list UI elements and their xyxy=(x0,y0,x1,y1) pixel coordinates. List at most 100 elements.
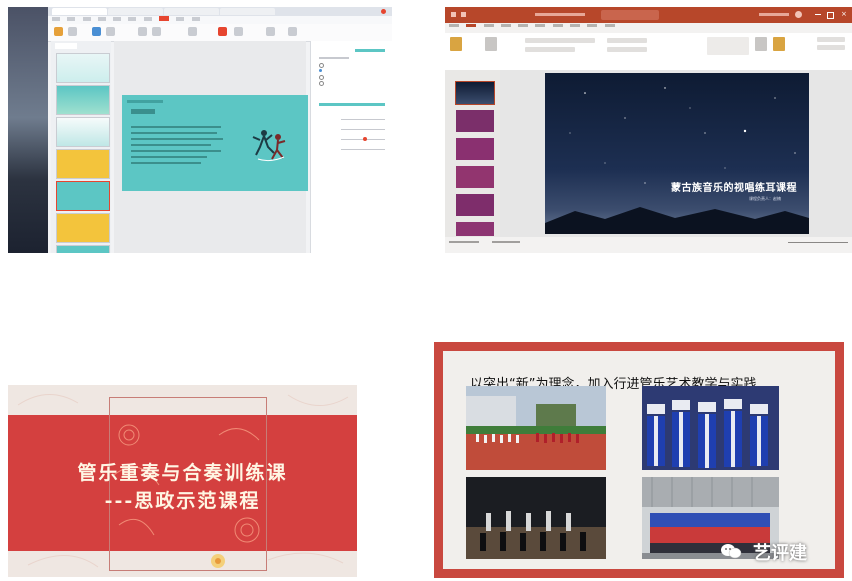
menu-item[interactable] xyxy=(97,17,106,21)
text-line xyxy=(131,144,211,146)
undo-icon[interactable] xyxy=(461,12,466,17)
menu-item[interactable] xyxy=(191,17,200,21)
new-slide-icon[interactable] xyxy=(485,37,497,51)
radio-button[interactable] xyxy=(319,63,324,68)
find-icon[interactable] xyxy=(266,27,275,36)
find-button[interactable] xyxy=(817,37,845,42)
current-slide[interactable]: 蒙古族音乐的视唱练耳课程 课程负责人：赵楠 xyxy=(545,73,809,234)
blur-slider[interactable] xyxy=(341,149,385,150)
tab-insert[interactable] xyxy=(483,24,494,27)
slide-title xyxy=(127,100,163,103)
search-box[interactable] xyxy=(601,10,659,20)
document-tab[interactable] xyxy=(52,8,107,15)
menu-item-active[interactable] xyxy=(158,16,169,21)
radio-button[interactable] xyxy=(319,69,322,72)
slide-thumbnail[interactable] xyxy=(456,166,494,188)
marching-field-photo xyxy=(466,386,606,470)
radio-button[interactable] xyxy=(319,75,324,80)
quick-styles-icon[interactable] xyxy=(773,37,785,51)
tab-design[interactable] xyxy=(500,24,511,27)
blue-uniform-band-photo xyxy=(642,386,779,470)
slide-thumbnail-selected[interactable] xyxy=(56,181,110,211)
maximize-icon[interactable] xyxy=(827,12,834,19)
ribbon-toolbar xyxy=(445,33,852,71)
tab-view[interactable] xyxy=(587,24,598,27)
tab-animations[interactable] xyxy=(535,24,546,27)
tab-file[interactable] xyxy=(449,24,459,27)
brightness-slider[interactable] xyxy=(341,129,385,130)
dancers-illustration xyxy=(252,130,286,162)
arrange-icon[interactable] xyxy=(755,37,767,51)
replace-button[interactable] xyxy=(817,45,845,50)
close-icon[interactable]: × xyxy=(841,10,847,19)
menu-item[interactable] xyxy=(128,17,137,21)
slide-subtitle: 课程负责人：赵楠 xyxy=(749,196,781,201)
text-line xyxy=(131,150,221,152)
slide-thumbnail-pane xyxy=(445,70,500,237)
ribbon-tabs xyxy=(445,23,852,33)
save-icon[interactable] xyxy=(451,12,456,17)
menu-item[interactable] xyxy=(82,17,91,21)
align-row[interactable] xyxy=(607,47,647,52)
replace-icon[interactable] xyxy=(288,27,297,36)
paste-icon[interactable] xyxy=(54,27,63,36)
layout-icon[interactable] xyxy=(106,27,115,36)
close-icon[interactable] xyxy=(381,9,386,14)
tab-home[interactable] xyxy=(466,24,477,27)
slide-editor: 蒙古族音乐的视唱练耳课程 课程负责人：赵楠 xyxy=(500,70,852,237)
arrange-icon[interactable] xyxy=(234,27,243,36)
avatar[interactable] xyxy=(795,11,802,18)
slide-counter xyxy=(449,241,479,243)
font-format-row[interactable] xyxy=(525,47,575,52)
outline-tab[interactable] xyxy=(79,43,101,49)
slide-thumbnail-selected[interactable] xyxy=(455,81,495,105)
red-title-slide: 管乐重奏与合奏训练课 ---思政示范课程 xyxy=(8,385,357,577)
menu-item[interactable] xyxy=(113,17,122,21)
font-name-select[interactable] xyxy=(525,38,595,43)
paste-icon[interactable] xyxy=(450,37,462,51)
radio-button[interactable] xyxy=(319,81,324,86)
slide-thumbnail[interactable] xyxy=(56,245,110,253)
slide-thumbnail[interactable] xyxy=(56,53,110,83)
slide-body: 以突出“新”为理念，加入行进管乐艺术教学与实践 艺评建 xyxy=(443,351,835,569)
document-tab[interactable] xyxy=(108,8,163,15)
tab-help[interactable] xyxy=(604,24,615,27)
photo-slide: 以突出“新”为理念，加入行进管乐艺术教学与实践 艺评建 xyxy=(434,342,844,578)
shapes-gallery[interactable] xyxy=(707,37,749,55)
window-title xyxy=(535,13,585,16)
menu-item[interactable] xyxy=(176,17,185,21)
slide-thumbnail[interactable] xyxy=(56,149,110,179)
slide-thumbnail[interactable] xyxy=(456,194,494,216)
accessibility-status[interactable] xyxy=(491,241,520,243)
tab-slideshow[interactable] xyxy=(552,24,563,27)
minimize-icon[interactable] xyxy=(815,14,821,15)
tab-transitions[interactable] xyxy=(518,24,529,27)
fill-color-bar[interactable] xyxy=(319,103,385,106)
paragraph-row[interactable] xyxy=(607,38,647,43)
menu-item[interactable] xyxy=(67,17,76,21)
transparency-slider[interactable] xyxy=(341,119,385,120)
thumbnails-tab[interactable] xyxy=(55,43,77,49)
slide-thumbnail[interactable] xyxy=(56,117,110,147)
slider-handle[interactable] xyxy=(363,137,367,141)
document-tab[interactable] xyxy=(220,8,275,15)
slide-canvas xyxy=(114,41,308,253)
zoom-slider[interactable] xyxy=(788,241,848,243)
slide-thumbnail[interactable] xyxy=(456,138,494,160)
slide-thumbnail[interactable] xyxy=(456,222,494,236)
current-slide[interactable] xyxy=(122,95,308,191)
shape-icon[interactable] xyxy=(218,27,227,36)
align-icon[interactable] xyxy=(188,27,197,36)
menu-item[interactable] xyxy=(52,17,60,21)
slide-thumbnail[interactable] xyxy=(456,110,494,132)
bold-icon[interactable] xyxy=(152,27,161,36)
document-tab[interactable] xyxy=(164,8,219,15)
font-icon[interactable] xyxy=(138,27,147,36)
tab-review[interactable] xyxy=(569,24,580,27)
menu-item[interactable] xyxy=(143,17,152,21)
document-tab-bar xyxy=(48,7,392,16)
slide-thumbnail[interactable] xyxy=(56,213,110,243)
format-icon[interactable] xyxy=(68,27,77,36)
new-slide-icon[interactable] xyxy=(92,27,101,36)
slide-thumbnail[interactable] xyxy=(56,85,110,115)
